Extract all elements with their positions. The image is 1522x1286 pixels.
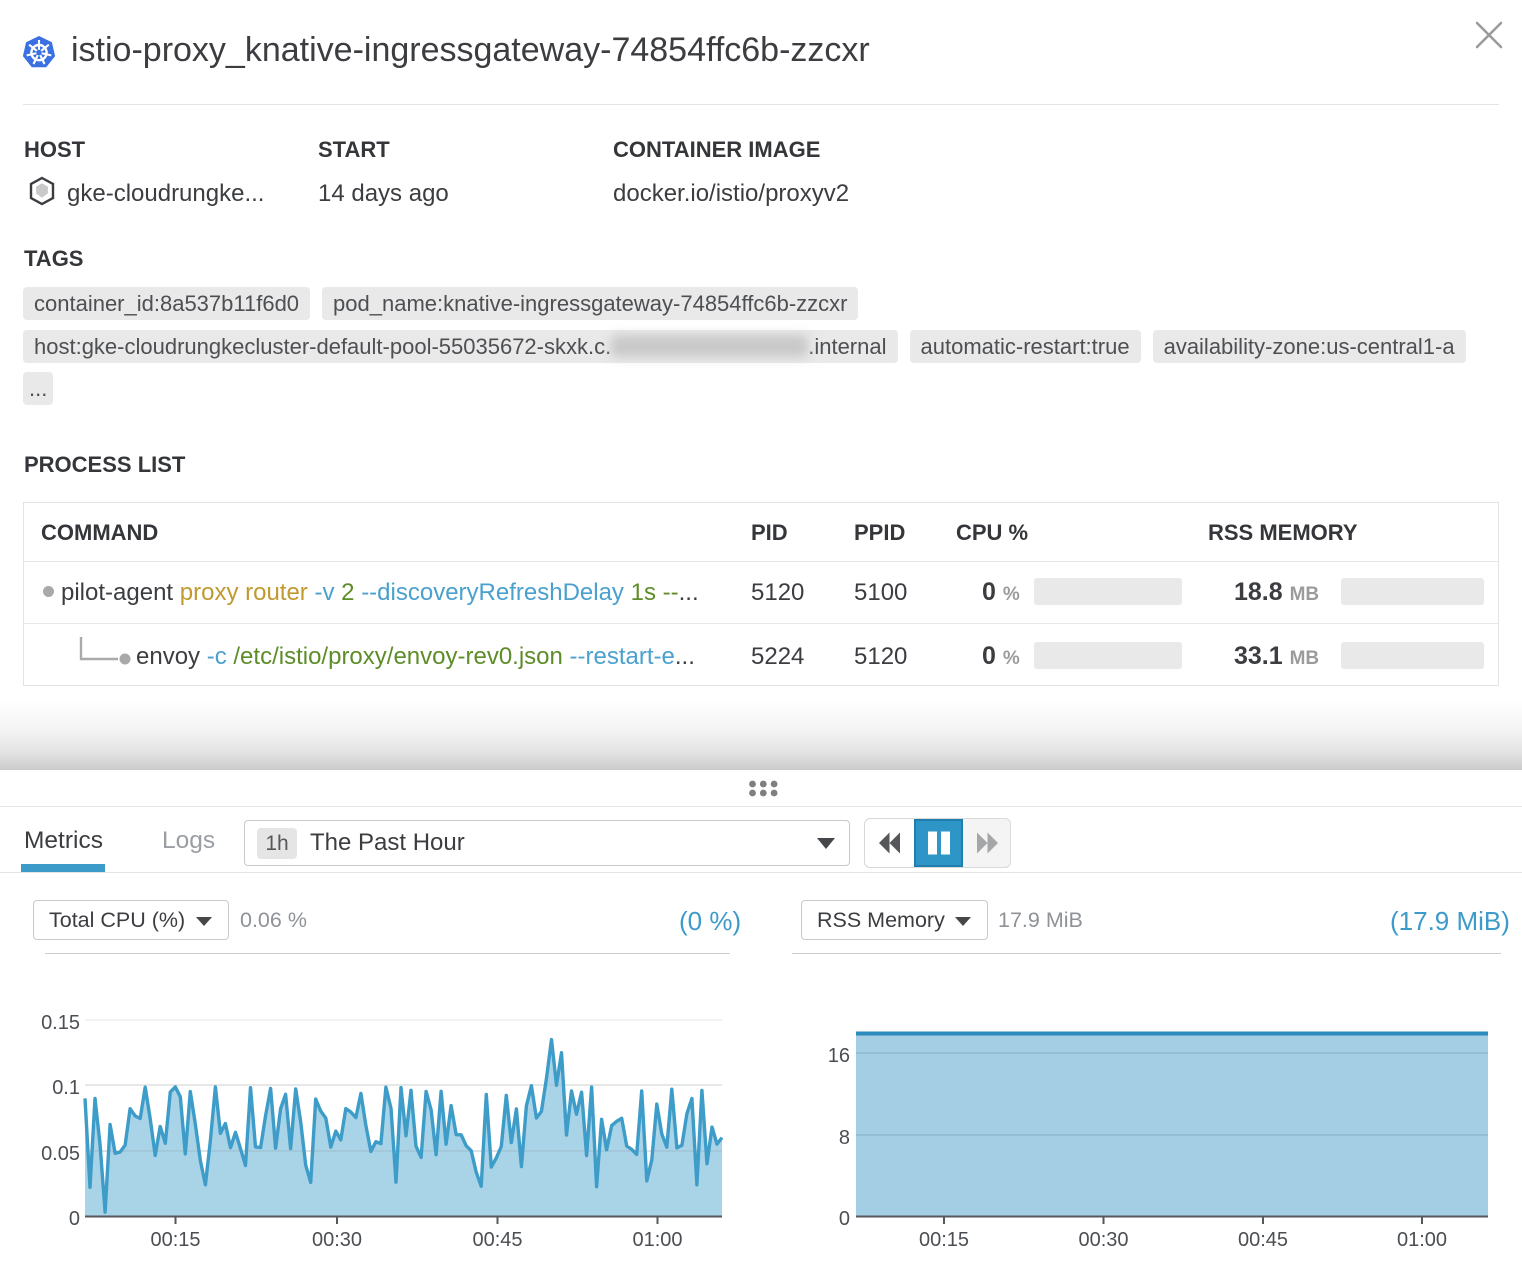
svg-text:01:00: 01:00 (632, 1229, 682, 1251)
svg-text:0.15: 0.15 (41, 1012, 80, 1034)
svg-text:01:00: 01:00 (1397, 1229, 1447, 1251)
svg-text:00:30: 00:30 (312, 1229, 362, 1251)
svg-text:8: 8 (839, 1127, 850, 1149)
svg-text:00:45: 00:45 (472, 1229, 522, 1251)
svg-text:0.05: 0.05 (41, 1143, 80, 1165)
svg-text:16: 16 (828, 1045, 850, 1067)
svg-text:00:45: 00:45 (1238, 1229, 1288, 1251)
svg-text:0: 0 (839, 1208, 850, 1230)
svg-text:0.1: 0.1 (52, 1077, 80, 1099)
svg-text:0: 0 (69, 1208, 80, 1230)
svg-text:00:30: 00:30 (1078, 1229, 1128, 1251)
svg-text:00:15: 00:15 (919, 1229, 969, 1251)
svg-text:00:15: 00:15 (150, 1229, 200, 1251)
